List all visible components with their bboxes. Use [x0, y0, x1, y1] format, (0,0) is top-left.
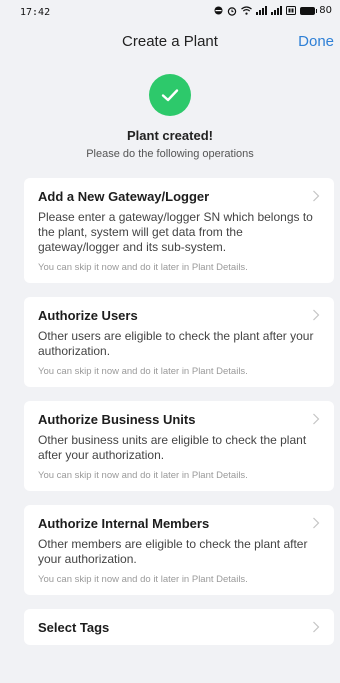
- card-hint: You can skip it now and do it later in P…: [38, 262, 248, 273]
- chevron-right-icon: [313, 413, 320, 425]
- chevron-right-icon: [313, 517, 320, 529]
- operations-list: Add a New Gateway/Logger Please enter a …: [0, 178, 340, 645]
- card-description: Please enter a gateway/logger SN which b…: [38, 210, 313, 254]
- card-description: Other business units are eligible to che…: [38, 433, 307, 462]
- success-title: Plant created!: [127, 128, 213, 143]
- card-description: Other users are eligible to check the pl…: [38, 329, 314, 358]
- authorize-internal-members-card[interactable]: Authorize Internal Members Other members…: [24, 505, 334, 595]
- do-not-disturb-icon: [214, 6, 223, 15]
- card-hint: You can skip it now and do it later in P…: [38, 470, 248, 481]
- status-icons: 80: [214, 5, 332, 16]
- success-banner: Plant created! Please do the following o…: [0, 60, 340, 160]
- select-tags-card[interactable]: Select Tags: [24, 609, 334, 645]
- card-hint: You can skip it now and do it later in P…: [38, 366, 248, 377]
- signal-icon: [271, 6, 283, 15]
- card-title: Select Tags: [38, 620, 110, 635]
- status-time: 17:42: [20, 7, 51, 18]
- card-title: Authorize Business Units: [38, 412, 196, 427]
- check-icon: [161, 89, 179, 102]
- signal-icon: [256, 6, 268, 15]
- page-title: Create a Plant: [122, 33, 218, 50]
- status-bar: 17:42 80: [0, 0, 340, 24]
- authorize-business-units-card[interactable]: Authorize Business Units Other business …: [24, 401, 334, 491]
- card-hint: You can skip it now and do it later in P…: [38, 574, 248, 585]
- done-button[interactable]: Done: [298, 24, 334, 60]
- alarm-icon: [228, 6, 237, 16]
- card-title: Add a New Gateway/Logger: [38, 189, 210, 204]
- wifi-icon: [241, 6, 253, 15]
- hd-icon: [286, 6, 297, 15]
- card-title: Authorize Internal Members: [38, 516, 210, 531]
- chevron-right-icon: [313, 309, 320, 321]
- add-gateway-card[interactable]: Add a New Gateway/Logger Please enter a …: [24, 178, 334, 283]
- success-subtitle: Please do the following operations: [86, 148, 254, 160]
- authorize-users-card[interactable]: Authorize Users Other users are eligible…: [24, 297, 334, 387]
- battery-level: 80: [319, 5, 332, 16]
- card-description: Other members are eligible to check the …: [38, 537, 308, 566]
- chevron-right-icon: [313, 190, 320, 202]
- battery-icon: [300, 6, 318, 15]
- card-title: Authorize Users: [38, 308, 138, 323]
- header: Create a Plant Done: [0, 24, 340, 60]
- success-badge: [149, 74, 191, 116]
- chevron-right-icon: [313, 621, 320, 633]
